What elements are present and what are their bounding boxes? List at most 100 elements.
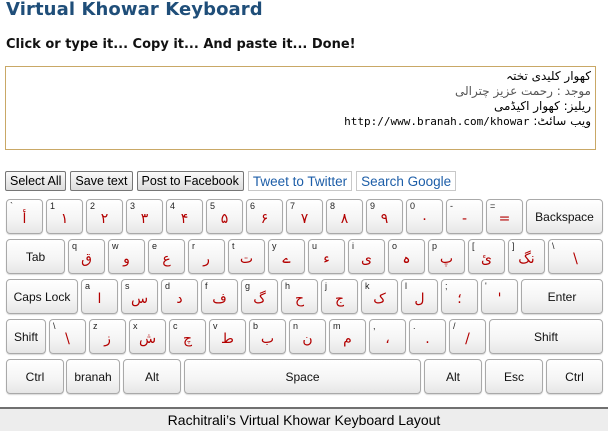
key-z[interactable]: zز [89,319,126,354]
right-alt-key[interactable]: Alt [424,359,482,394]
key-q[interactable]: qق [68,239,105,274]
editor-line-title: کھوار کلیدی تختہ [506,69,591,83]
key-k[interactable]: kک [361,279,398,314]
caps-lock-key[interactable]: Caps Lock [6,279,78,314]
key-8[interactable]: 8٨ [326,199,363,234]
key-latin-label: w [112,241,119,251]
key-khowar-label: ی [361,251,372,267]
key-5[interactable]: 5۵ [206,199,243,234]
key-11[interactable]: -- [446,199,483,234]
key-0[interactable]: ` أ [6,199,43,234]
key-4[interactable]: 4۴ [166,199,203,234]
key-[[interactable]: [ئ [468,239,505,274]
key-latin-label: o [392,241,398,251]
key-x[interactable]: xش [129,319,166,354]
website-label: ویب سائٹ: [529,114,591,128]
key-\[interactable]: \ \ [548,239,603,274]
esc-key[interactable]: Esc [485,359,543,394]
key-latin-label: l [405,281,407,291]
key-12[interactable]: = = [486,199,523,234]
key-khowar-label: ۵ [220,211,229,227]
key-khowar-label: \ [65,331,70,347]
left-shift-key[interactable]: Shift [6,319,46,354]
post-facebook-button[interactable]: Post to Facebook [136,171,244,191]
key-latin-label: / [453,321,456,331]
key-1[interactable]: 1١ [46,199,83,234]
right-shift-key-label: Shift [533,330,558,344]
backspace-key[interactable]: Backspace [526,199,603,234]
key-3[interactable]: 3٣ [126,199,163,234]
key-latin-label: \ [53,321,56,331]
key-w[interactable]: wو [108,239,145,274]
key-khowar-label: / [465,331,470,347]
key-d[interactable]: dد [161,279,198,314]
tweet-twitter-link[interactable]: Tweet to Twitter [247,171,353,191]
space-key[interactable]: Space [184,359,421,394]
key-2[interactable]: 2٢ [86,199,123,234]
key-c[interactable]: cچ [169,319,206,354]
key-6[interactable]: 6۶ [246,199,283,234]
key-khowar-label: ف [212,291,227,307]
key-r[interactable]: rر [188,239,225,274]
key-o[interactable]: oہ [388,239,425,274]
key-khowar-label: ۴ [180,211,189,227]
right-ctrl-key[interactable]: Ctrl [546,359,603,394]
key-10[interactable]: 0٠ [406,199,443,234]
key-khowar-label: ا [97,291,102,307]
key-l[interactable]: lل [401,279,438,314]
right-shift-key[interactable]: Shift [489,319,603,354]
key-n[interactable]: nن [289,319,326,354]
key-khowar-label: گ [253,291,266,307]
key-b[interactable]: bب [249,319,286,354]
key-khowar-label: ن [302,331,313,347]
branah-key-label: branah [74,370,112,384]
key-khowar-label: أ [22,211,27,227]
key-t[interactable]: tت [228,239,265,274]
search-google-link[interactable]: Search Google [356,171,457,191]
select-all-button[interactable]: Select All [5,171,67,191]
key-p[interactable]: pپ [428,239,465,274]
key-u[interactable]: uء [308,239,345,274]
key-g[interactable]: gگ [241,279,278,314]
key-khowar-label: ر [203,251,210,267]
key-y[interactable]: yے [268,239,305,274]
key-khowar-label: ز [104,331,111,347]
tab-key-label: Tab [25,250,46,264]
branah-key[interactable]: branah [66,359,120,394]
key-v[interactable]: vط [209,319,246,354]
key-m[interactable]: mم [329,319,366,354]
key-latin-label: 4 [170,201,176,211]
key-s[interactable]: sس [121,279,158,314]
key-'[interactable]: ' ' [481,279,518,314]
tab-key[interactable]: Tab [6,239,65,274]
key-\[interactable]: \ \ [49,319,86,354]
key-7[interactable]: 7٧ [286,199,323,234]
key-latin-label: 2 [90,201,96,211]
key-i[interactable]: iی [348,239,385,274]
key-khowar-label: = [498,211,511,227]
enter-key[interactable]: Enter [521,279,603,314]
left-ctrl-key[interactable]: Ctrl [6,359,64,394]
key-h[interactable]: hح [281,279,318,314]
key-khowar-label: م [343,331,352,347]
save-text-button[interactable]: Save text [70,171,133,191]
key-,[interactable]: , ، [369,319,406,354]
key-a[interactable]: aا [81,279,118,314]
left-alt-key[interactable]: Alt [123,359,181,394]
key-latin-label: r [192,241,195,251]
key-][interactable]: ] نگ [508,239,545,274]
key-khowar-label: ١ [60,211,69,227]
key-e[interactable]: eع [148,239,185,274]
key-f[interactable]: fف [201,279,238,314]
key-latin-label: h [285,281,291,291]
key-.[interactable]: .. [409,319,446,354]
key-9[interactable]: 9٩ [366,199,403,234]
key-latin-label: [ [472,241,475,251]
key-khowar-label: ہ [402,251,411,267]
text-editor[interactable]: کھوار کلیدی تختہ موجد : رحمت عزیز چترالی… [5,66,596,150]
key-;[interactable]: ; ؛ [441,279,478,314]
key-latin-label: g [245,281,251,291]
key-/[interactable]: / / [449,319,486,354]
key-khowar-label: پ [439,251,454,267]
key-j[interactable]: jج [321,279,358,314]
